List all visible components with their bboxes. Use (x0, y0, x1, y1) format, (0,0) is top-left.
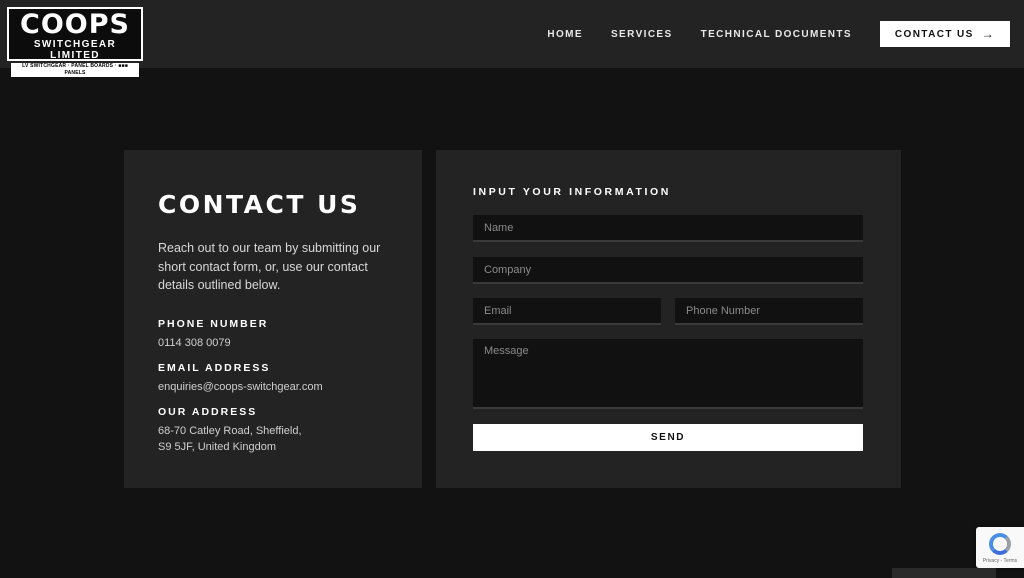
contact-us-button[interactable]: CONTACT US → (880, 21, 1010, 47)
email-value[interactable]: enquiries@coops-switchgear.com (158, 379, 323, 395)
logo-subtitle: SWITCHGEAR LIMITED (33, 39, 117, 61)
email-label: EMAIL ADDRESS (158, 362, 271, 374)
recaptcha-badge[interactable]: Privacy - Terms (976, 527, 1024, 568)
address-block: OUR ADDRESS 68-70 Catley Road, Sheffield… (158, 406, 302, 455)
logo-tagline: LV SWITCHGEAR · PANEL BOARDS · ■■■ PANEL… (11, 63, 139, 77)
recaptcha-icon (989, 533, 1011, 555)
company-field[interactable] (473, 257, 863, 284)
nav-technical-documents[interactable]: TECHNICAL DOCUMENTS (701, 29, 852, 40)
message-field[interactable] (473, 339, 863, 409)
main-nav: HOME SERVICES TECHNICAL DOCUMENTS CONTAC… (519, 21, 1010, 47)
email-block: EMAIL ADDRESS enquiries@coops-switchgear… (158, 362, 323, 395)
address-label: OUR ADDRESS (158, 406, 258, 418)
logo-wordmark: COOPS (20, 9, 130, 40)
contact-us-label: CONTACT US (894, 28, 974, 40)
phone-value[interactable]: 0114 308 0079 (158, 335, 268, 351)
site-header: COOPS SWITCHGEAR LIMITED LV SWITCHGEAR ·… (0, 0, 1024, 77)
form-heading: INPUT YOUR INFORMATION (473, 186, 671, 198)
phone-field[interactable] (675, 298, 863, 325)
nav-home[interactable]: HOME (547, 29, 583, 40)
address-line1: 68-70 Catley Road, Sheffield, (158, 425, 302, 437)
contact-intro: Reach out to our team by submitting our … (158, 241, 381, 292)
contact-title: CONTACT US (158, 190, 361, 219)
recaptcha-links[interactable]: Privacy - Terms (976, 558, 1024, 564)
name-field[interactable] (473, 215, 863, 242)
address-line2: S9 5JF, United Kingdom (158, 441, 277, 453)
phone-block: PHONE NUMBER 0114 308 0079 (158, 318, 268, 351)
corner-bar (892, 568, 996, 578)
email-field[interactable] (473, 298, 661, 325)
contact-form-panel: INPUT YOUR INFORMATION SEND (436, 150, 901, 488)
arrow-right-icon: → (981, 27, 996, 41)
send-button[interactable]: SEND (473, 424, 863, 451)
coops-logo[interactable]: COOPS SWITCHGEAR LIMITED LV SWITCHGEAR ·… (7, 7, 143, 77)
contact-info-panel: CONTACT US Reach out to our team by subm… (124, 150, 422, 488)
nav-services[interactable]: SERVICES (611, 29, 673, 40)
phone-label: PHONE NUMBER (158, 318, 269, 330)
